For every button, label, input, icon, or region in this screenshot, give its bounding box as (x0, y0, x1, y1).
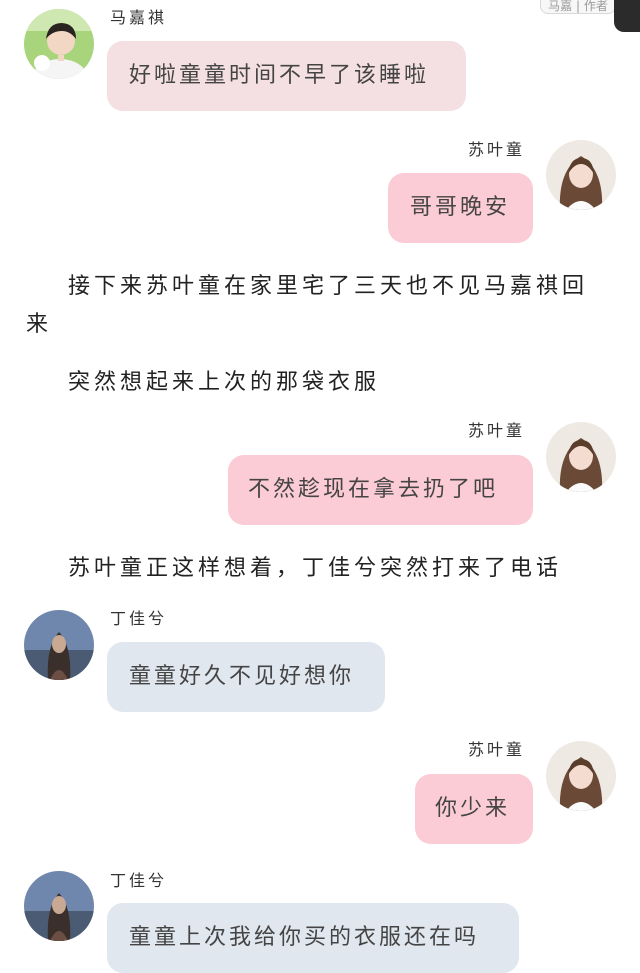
avatar-su-yetong[interactable] (546, 140, 616, 210)
avatar-su-yetong-icon (546, 140, 616, 210)
sender-name-su-yetong: 苏叶童 (468, 740, 526, 759)
message-bubble-5[interactable]: 你少来 (415, 774, 533, 844)
avatar-su-yetong-icon (546, 741, 616, 811)
avatar-ding-jiaxi[interactable] (24, 610, 94, 680)
sender-name-su-yetong: 苏叶童 (468, 140, 526, 159)
message-text: 你少来 (435, 796, 511, 821)
avatar-su-yetong[interactable] (546, 741, 616, 811)
avatar-su-yetong-icon (546, 422, 616, 492)
avatar-ma-jiaqi[interactable] (24, 9, 94, 79)
message-text: 哥哥晚安 (410, 195, 511, 220)
message-bubble-4[interactable]: 童童好久不见好想你 (107, 642, 385, 712)
message-text: 不然趁现在拿去扔了吧 (248, 477, 499, 502)
message-text: 童童好久不见好想你 (129, 664, 355, 689)
narration-line-1-cont: 来 (26, 312, 53, 337)
narration-line-2: 突然想起来上次的那袋衣服 (68, 370, 381, 395)
message-bubble-2[interactable]: 哥哥晚安 (388, 173, 533, 243)
message-bubble-3[interactable]: 不然趁现在拿去扔了吧 (228, 455, 533, 525)
avatar-ding-jiaxi-icon (24, 610, 94, 680)
avatar-ding-jiaxi[interactable] (24, 871, 94, 941)
avatar-ma-jiaqi-icon (24, 9, 94, 79)
avatar-ding-jiaxi-icon (24, 871, 94, 941)
sender-name-ding-jiaxi: 丁佳兮 (110, 609, 168, 628)
message-text: 童童上次我给你买的衣服还在吗 (129, 925, 480, 950)
message-bubble-6[interactable]: 童童上次我给你买的衣服还在吗 (107, 903, 519, 973)
sender-name-ma-jiaqi: 马嘉祺 (110, 8, 168, 27)
narration-line-1: 接下来苏叶童在家里宅了三天也不见马嘉祺回 (68, 274, 589, 299)
avatar-su-yetong[interactable] (546, 422, 616, 492)
top-partial-chip: 马嘉 | 作者 (540, 0, 616, 14)
message-bubble-1[interactable]: 好啦童童时间不早了该睡啦 (107, 41, 466, 111)
sender-name-ding-jiaxi: 丁佳兮 (110, 871, 168, 890)
sender-name-su-yetong: 苏叶童 (468, 421, 526, 440)
narration-line-3: 苏叶童正这样想着，丁佳兮突然打来了电话 (68, 556, 563, 581)
message-text: 好啦童童时间不早了该睡啦 (129, 63, 430, 88)
top-corner-block (614, 0, 640, 32)
